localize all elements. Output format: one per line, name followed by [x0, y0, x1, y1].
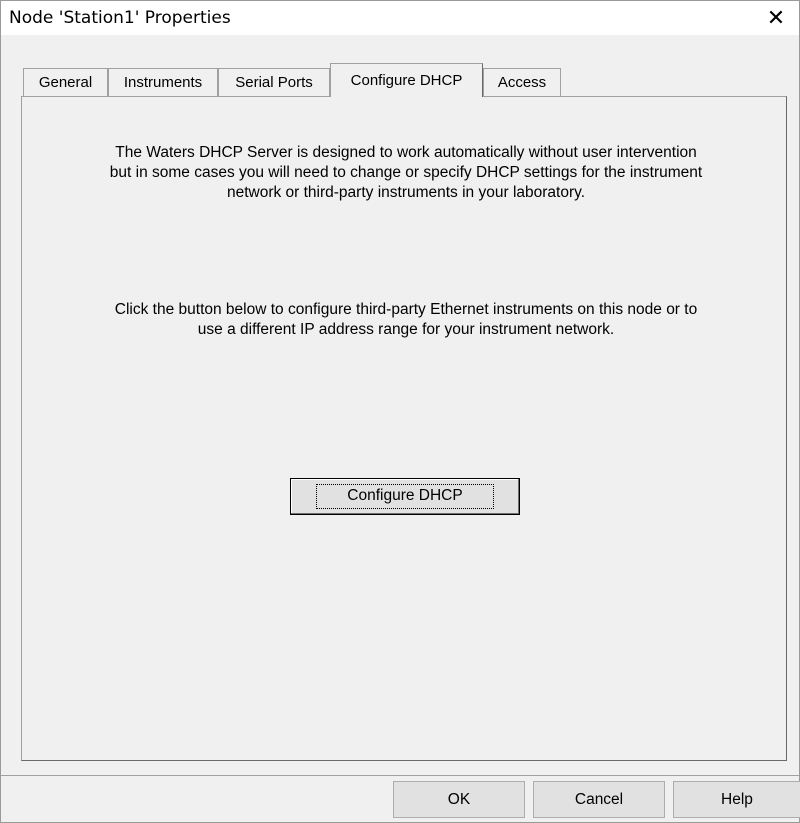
tab-label: Serial Ports — [235, 74, 313, 91]
dhcp-instructions: Click the button below to configure thir… — [114, 301, 698, 338]
footer-divider — [1, 775, 799, 776]
cancel-button[interactable]: Cancel — [533, 781, 665, 818]
dialog-title: Node 'Station1' Properties — [9, 8, 231, 28]
configure-dhcp-button[interactable]: Configure DHCP — [290, 478, 520, 515]
help-button[interactable]: Help — [673, 781, 800, 818]
close-icon[interactable]: ✕ — [753, 1, 799, 35]
tab-general[interactable]: General — [23, 68, 108, 96]
tab-label: General — [38, 74, 93, 91]
configure-dhcp-panel: The Waters DHCP Server is designed to wo… — [21, 96, 787, 761]
tab-configure-dhcp[interactable]: Configure DHCP — [330, 63, 483, 97]
tab-access[interactable]: Access — [483, 68, 561, 96]
tab-instruments[interactable]: Instruments — [108, 68, 218, 96]
dhcp-description: The Waters DHCP Server is designed to wo… — [109, 144, 703, 201]
title-bar: Node 'Station1' Properties ✕ — [1, 1, 799, 35]
properties-dialog: Node 'Station1' Properties ✕ General Ins… — [0, 0, 800, 823]
ok-button[interactable]: OK — [393, 781, 525, 818]
tab-label: Configure DHCP — [350, 72, 463, 89]
configure-dhcp-label: Configure DHCP — [316, 484, 494, 509]
tab-label: Instruments — [123, 74, 203, 91]
tab-label: Access — [497, 74, 547, 91]
tab-serial-ports[interactable]: Serial Ports — [218, 68, 330, 96]
